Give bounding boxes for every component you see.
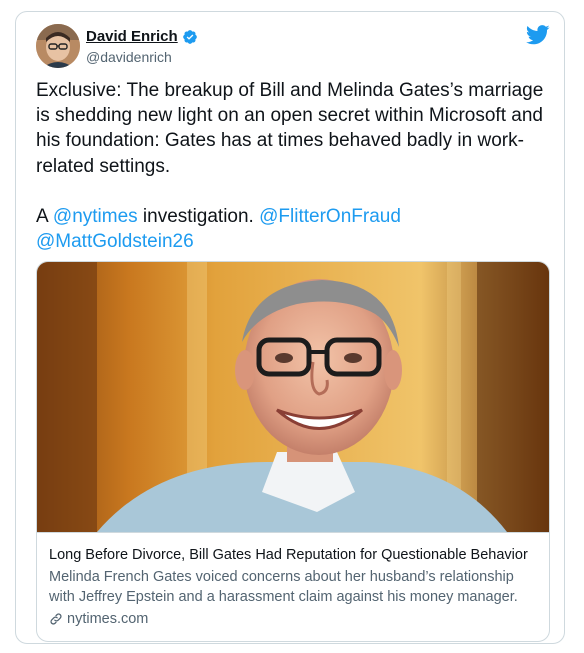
avatar-image [36,24,80,68]
mention-flitteronfraud[interactable]: @FlitterOnFraud [259,206,401,227]
link-preview-card[interactable]: Long Before Divorce, Bill Gates Had Repu… [36,261,550,642]
tweet-text-space [401,206,406,227]
article-photo[interactable] [37,262,549,532]
link-domain-text: nytimes.com [67,611,149,627]
verified-badge-icon [182,29,197,44]
link-preview-meta: Long Before Divorce, Bill Gates Had Repu… [37,532,549,641]
author-name-row: David Enrich [86,28,198,45]
tweet-embed-card[interactable]: David Enrich @davidenrich Exclusive: The… [15,11,565,644]
link-icon [50,613,62,625]
link-description: Melinda French Gates voiced concerns abo… [49,569,518,605]
link-title[interactable]: Long Before Divorce, Bill Gates Had Repu… [49,545,539,565]
avatar[interactable] [36,24,80,68]
mention-nytimes[interactable]: @nytimes [53,206,138,227]
author-name[interactable]: David Enrich [86,28,178,45]
tweet-text-mid: investigation. [137,206,260,228]
tweet-text: Exclusive: The breakup of Bill and Melin… [36,78,551,254]
link-domain[interactable]: nytimes.com [49,611,539,627]
mention-mattgoldstein26[interactable]: @MattGoldstein26 [36,231,194,252]
twitter-bird-icon[interactable] [526,25,550,45]
tweet-text-intro: Exclusive: The breakup of Bill and Melin… [36,80,544,228]
author-handle[interactable]: @davidenrich [86,49,172,65]
